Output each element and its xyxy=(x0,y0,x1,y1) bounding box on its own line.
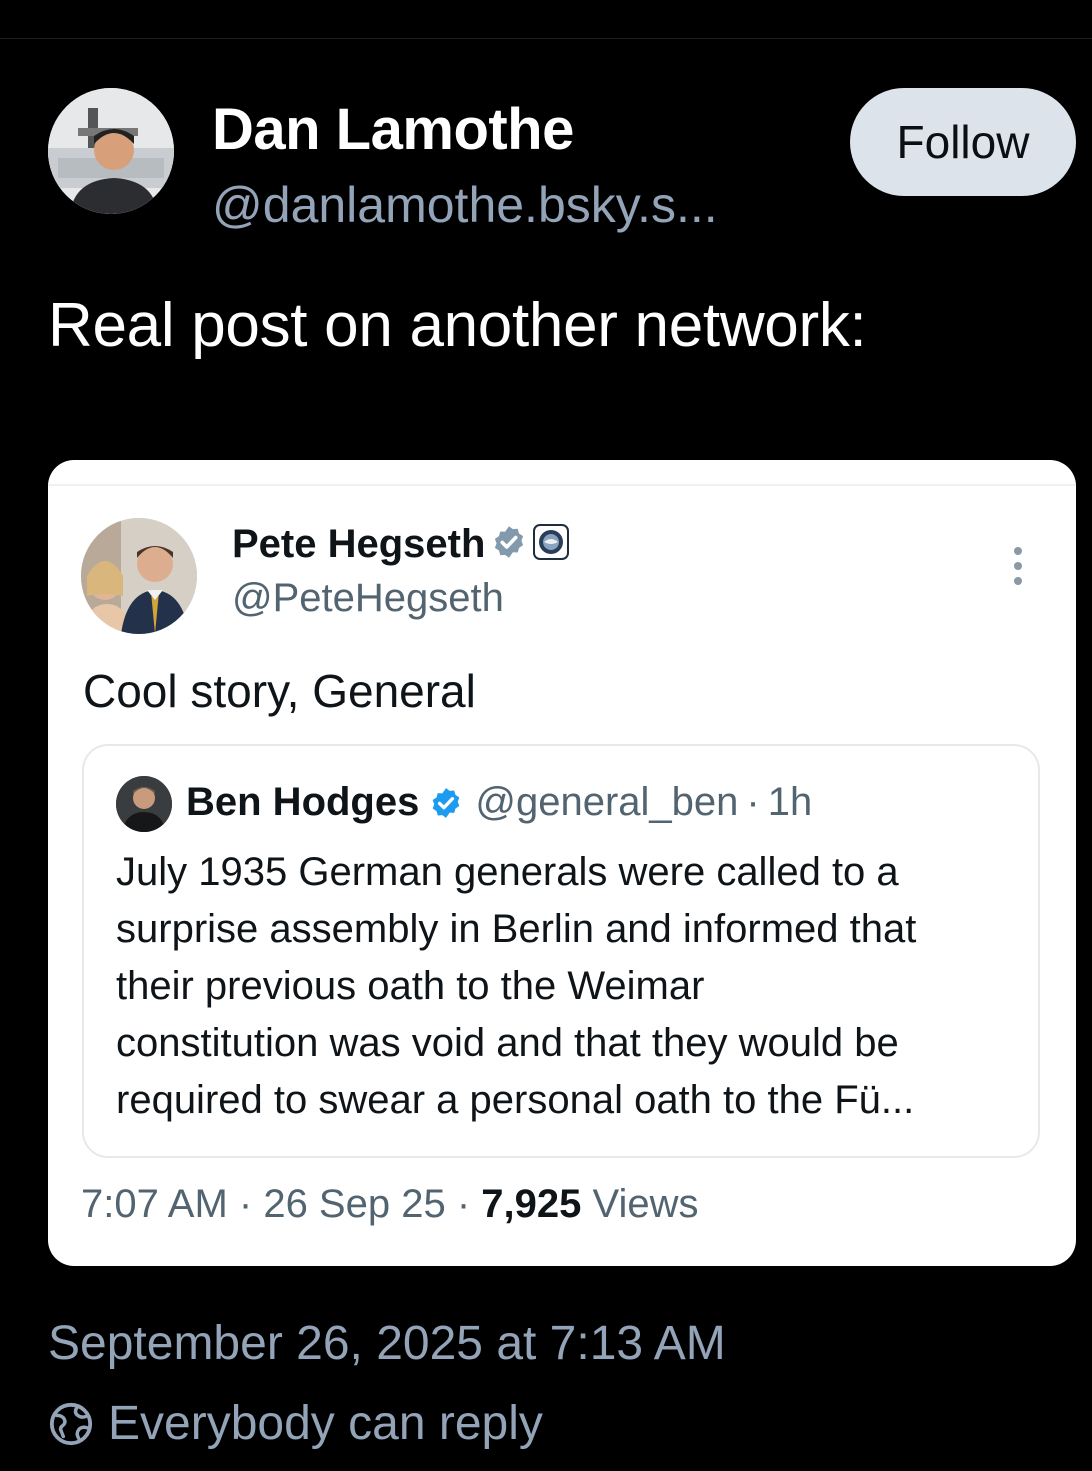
quoted-line: required to swear a personal oath to the… xyxy=(116,1078,915,1122)
embed-avatar xyxy=(81,518,197,634)
quoted-avatar xyxy=(116,776,172,832)
quoted-post: Ben Hodges @general_ben · 1h July 1935 G… xyxy=(82,744,1040,1158)
card-divider xyxy=(48,484,1076,486)
author-avatar[interactable] xyxy=(48,88,174,214)
meta-separator: · xyxy=(238,1182,264,1226)
embed-date: 26 Sep 25 xyxy=(263,1182,446,1226)
author-handle[interactable]: @danlamothe.bsky.s... xyxy=(212,176,718,234)
verified-badge-icon xyxy=(491,524,527,565)
post-timestamp: September 26, 2025 at 7:13 AM xyxy=(48,1317,726,1370)
author-name[interactable]: Dan Lamothe xyxy=(212,96,574,163)
quoted-line: July 1935 German generals were called to… xyxy=(116,850,899,894)
quoted-author-handle: @general_ben xyxy=(475,780,739,824)
embedded-image[interactable]: Pete Hegseth @PeteHegseth Cool story, Ge… xyxy=(48,460,1076,1266)
reply-setting: Everybody can reply xyxy=(48,1396,543,1451)
quoted-separator: · xyxy=(746,780,760,824)
author-avatar-image xyxy=(48,88,174,214)
embed-post-text: Cool story, General xyxy=(83,665,476,717)
embed-name-row: Pete Hegseth xyxy=(232,522,570,567)
verified-badge-icon xyxy=(429,786,463,820)
quoted-avatar-image xyxy=(116,776,172,832)
quoted-age: 1h xyxy=(767,780,813,824)
quoted-author-name: Ben Hodges xyxy=(186,780,420,824)
earth-icon xyxy=(48,1401,94,1447)
quoted-line: surprise assembly in Berlin and informed… xyxy=(116,907,917,951)
embed-author-name: Pete Hegseth xyxy=(232,522,486,566)
follow-button[interactable]: Follow xyxy=(850,88,1076,196)
embed-views-label: Views xyxy=(592,1182,699,1226)
embed-meta: 7:07 AM · 26 Sep 25 · 7,925 Views xyxy=(81,1182,699,1227)
meta-separator: · xyxy=(456,1182,482,1226)
top-divider xyxy=(0,38,1092,39)
quoted-line: constitution was void and that they woul… xyxy=(116,1021,899,1065)
dod-seal-icon xyxy=(533,524,570,565)
embed-time: 7:07 AM xyxy=(81,1182,228,1226)
embed-avatar-image xyxy=(81,518,197,634)
post-text: Real post on another network: xyxy=(48,291,867,360)
more-vertical-icon xyxy=(1010,546,1026,586)
reply-setting-label: Everybody can reply xyxy=(108,1397,543,1450)
quoted-header: Ben Hodges @general_ben · 1h xyxy=(186,780,812,825)
embed-author-handle: @PeteHegseth xyxy=(232,576,504,620)
quoted-body: July 1935 German generals were called to… xyxy=(116,844,1016,1129)
quoted-line: their previous oath to the Weimar xyxy=(116,964,705,1008)
embed-views-count: 7,925 xyxy=(481,1182,582,1226)
